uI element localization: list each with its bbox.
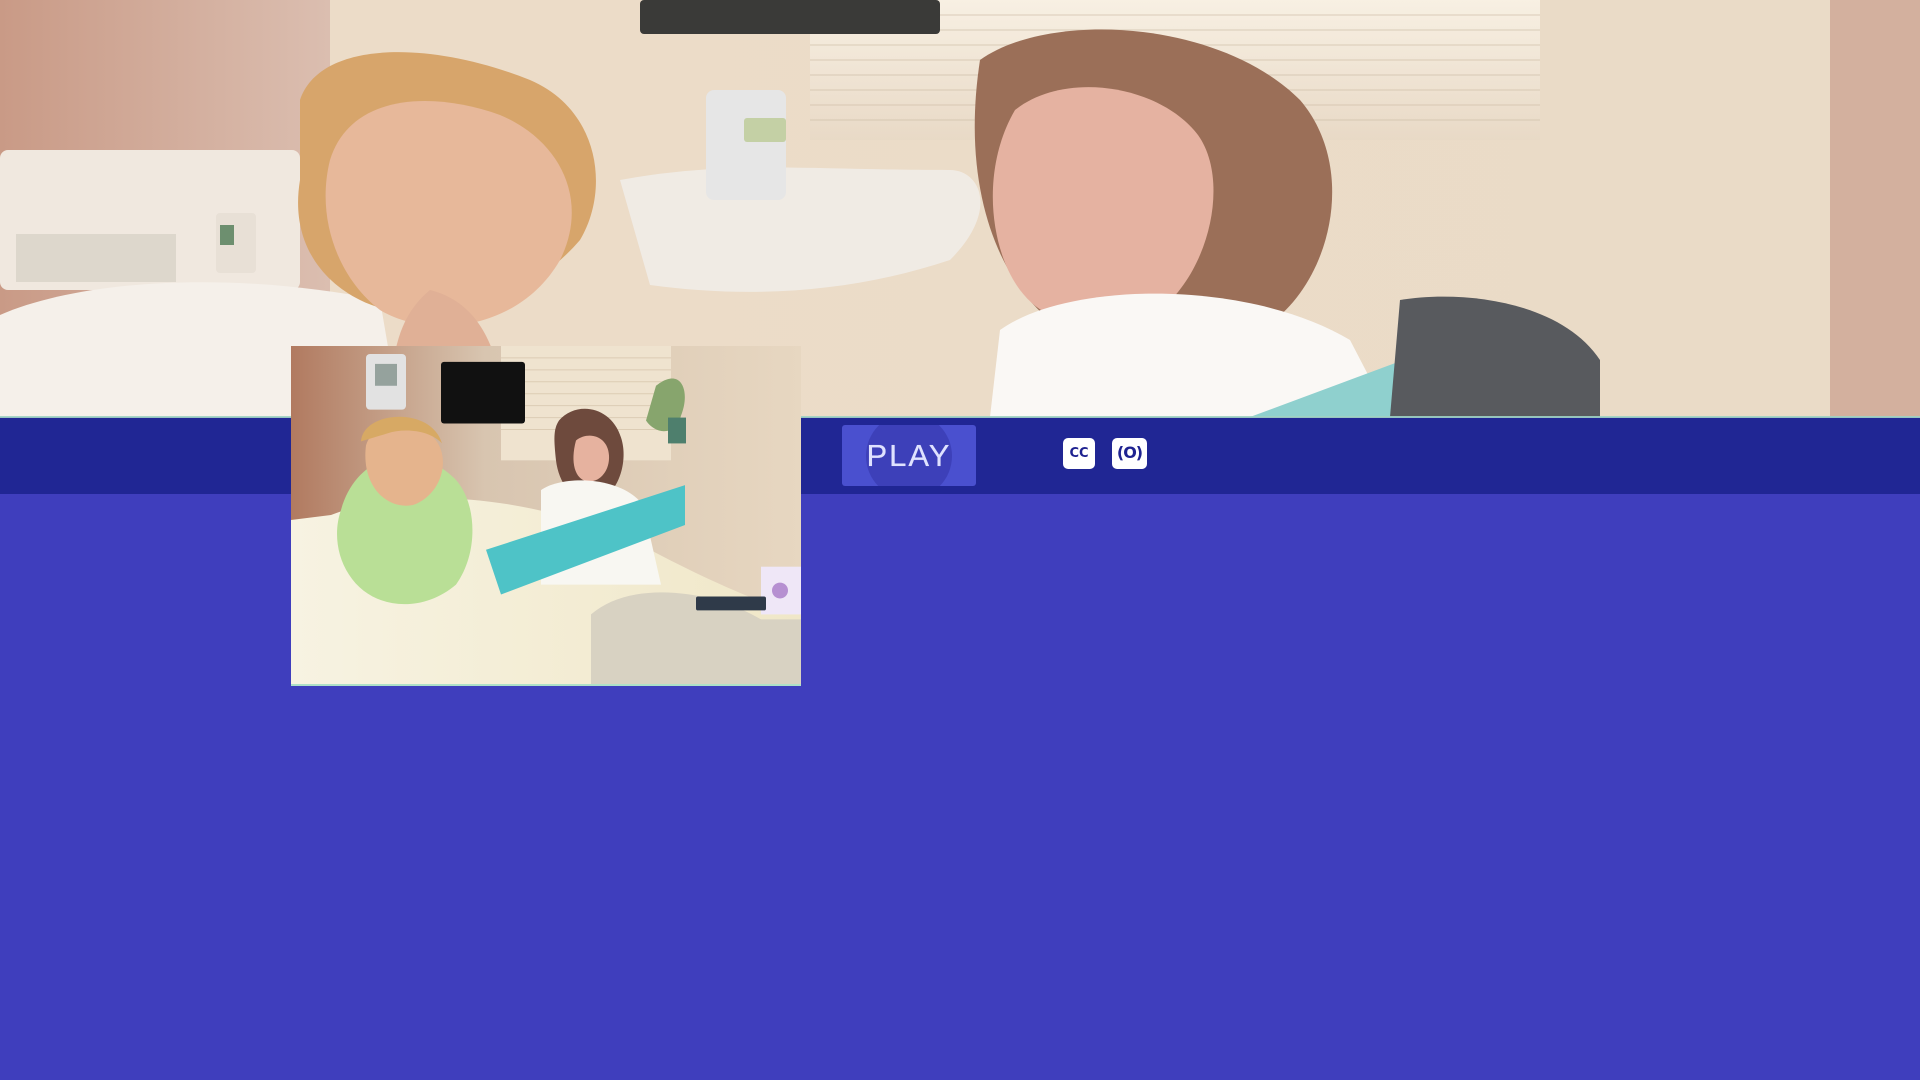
thumbnail-image bbox=[291, 346, 801, 684]
audio-description-button[interactable]: (O) bbox=[1112, 438, 1147, 469]
play-button[interactable]: PLAY bbox=[842, 425, 976, 486]
closed-captions-button[interactable]: CC bbox=[1063, 438, 1095, 469]
hospital-room-background bbox=[0, 0, 1920, 417]
play-label: PLAY bbox=[866, 438, 952, 473]
cc-icon: CC bbox=[1063, 438, 1095, 469]
video-thumbnail[interactable] bbox=[291, 346, 801, 686]
background-hero-image bbox=[0, 0, 1920, 417]
audio-description-icon: (O) bbox=[1112, 438, 1147, 469]
video-player-screen: PLAY CC (O) bbox=[0, 0, 1920, 1080]
